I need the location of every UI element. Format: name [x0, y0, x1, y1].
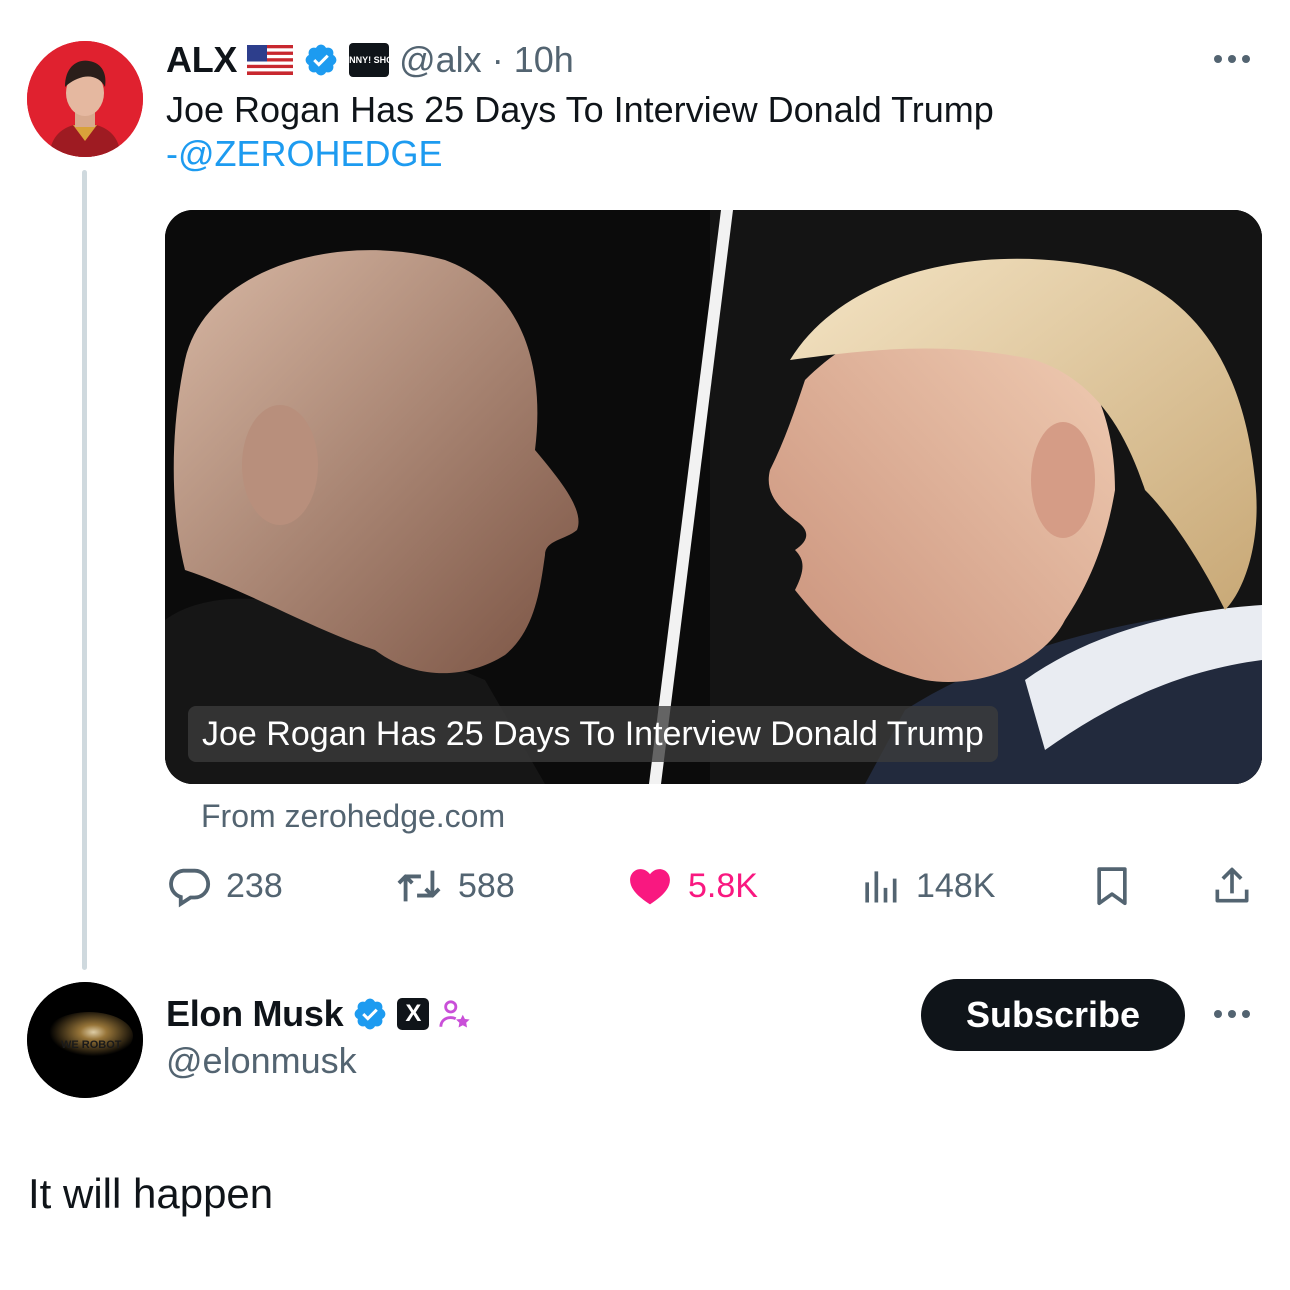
reply-author-display-name[interactable]: Elon Musk [166, 993, 344, 1035]
avatar-alx-portrait [27, 41, 143, 157]
more-options-icon[interactable] [1214, 55, 1250, 63]
reply-button[interactable]: 238 [166, 858, 283, 914]
mention-link[interactable]: -@ZEROHEDGE [166, 132, 1266, 176]
retweet-count: 588 [458, 866, 515, 905]
tweet-text: Joe Rogan Has 25 Days To Interview Donal… [166, 88, 1266, 176]
author-display-name[interactable]: ALX [166, 39, 237, 81]
views-button[interactable]: 148K [858, 858, 995, 914]
affiliate-badge[interactable]: BENNY! SHOW [337, 43, 402, 77]
reply-author-handle[interactable]: @elonmusk [166, 1040, 357, 1082]
tweet-elon-reply: WE ROBOT Elon Musk X @elonmusk Subscribe… [0, 970, 1290, 1290]
subscribe-button[interactable]: Subscribe [921, 979, 1185, 1051]
avatar-elonmusk[interactable]: WE ROBOT [27, 982, 143, 1098]
card-photo [165, 210, 1262, 784]
share-button[interactable] [1210, 858, 1254, 914]
affiliate-badge-text: BENNY! SHOW [336, 54, 402, 65]
us-flag-icon [247, 45, 294, 75]
tweet-body: Joe Rogan Has 25 Days To Interview Donal… [166, 89, 994, 130]
like-count: 5.8K [688, 866, 758, 905]
link-card-image[interactable] [165, 210, 1262, 784]
author-handle[interactable]: @alx [399, 39, 482, 81]
card-source-domain[interactable]: From zerohedge.com [201, 798, 505, 835]
subscriber-star-icon [439, 1000, 470, 1028]
reply-body: It will happen [28, 1170, 274, 1217]
verified-badge-icon[interactable] [303, 42, 339, 78]
bookmark-button[interactable] [1090, 858, 1134, 914]
like-button[interactable]: 5.8K [626, 858, 758, 914]
tweet-actions: 238 588 5.8K 148K [166, 858, 1266, 914]
separator-dot: · [491, 39, 504, 80]
card-caption: Joe Rogan Has 25 Days To Interview Donal… [188, 706, 998, 762]
tweet-header: ALX BENNY! SHOW @alx · 10h [166, 36, 574, 84]
bookmark-icon [1097, 867, 1127, 906]
x-affiliate-badge[interactable]: X [397, 998, 430, 1030]
we-robot-logo: WE ROBOT [27, 982, 143, 1098]
avatar-alx[interactable] [27, 41, 143, 157]
reply-icon [169, 868, 211, 908]
view-count: 148K [916, 866, 996, 905]
share-icon [1215, 867, 1249, 903]
x-badge-text: X [405, 1000, 422, 1027]
heart-icon [630, 869, 670, 905]
reply-header: Elon Musk X [166, 990, 472, 1038]
analytics-icon [865, 871, 897, 903]
tweet-alx: ALX BENNY! SHOW @alx · 10h Joe Rogan Has… [0, 0, 1290, 970]
retweet-icon [397, 870, 441, 902]
thread-line [82, 170, 87, 970]
verified-badge-icon[interactable] [352, 996, 388, 1032]
reply-count: 238 [226, 866, 283, 905]
svg-text:WE ROBOT: WE ROBOT [61, 1039, 122, 1051]
tweet-timestamp[interactable]: 10h [514, 39, 574, 81]
retweet-button[interactable]: 588 [394, 858, 515, 914]
more-options-icon[interactable] [1214, 1010, 1250, 1018]
